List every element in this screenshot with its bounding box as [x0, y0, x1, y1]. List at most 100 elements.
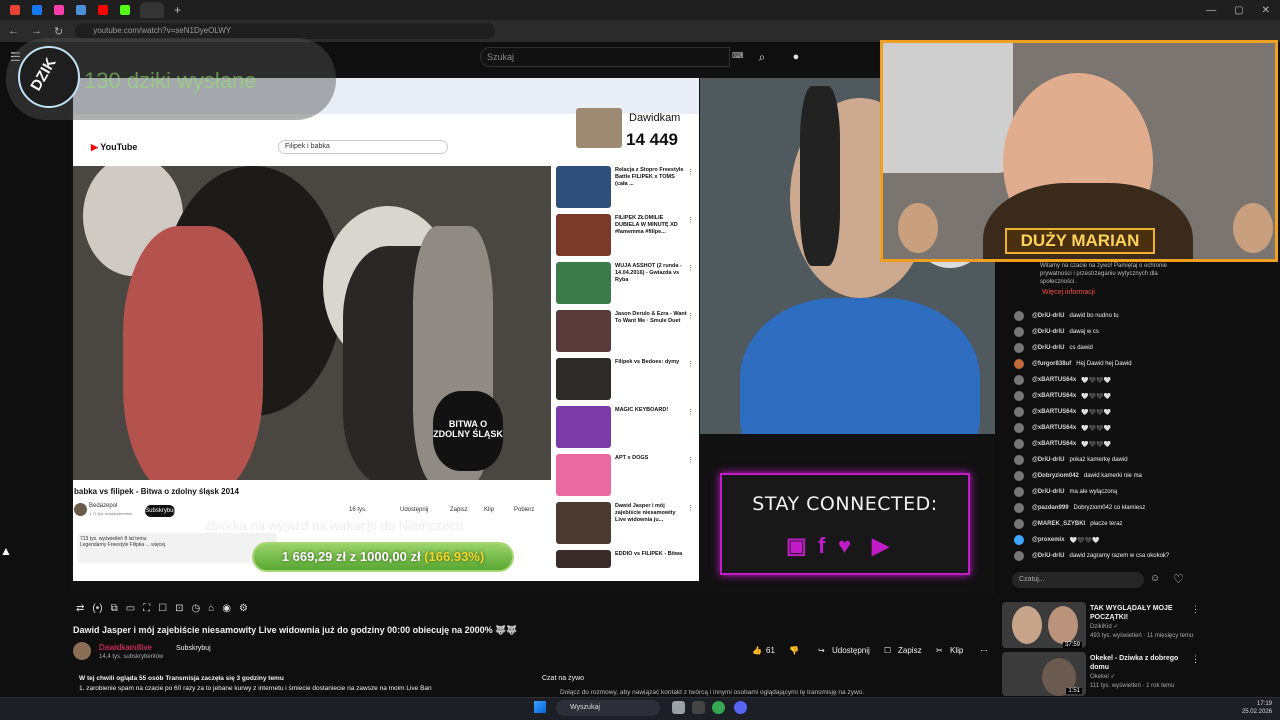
dislike-icon[interactable]: 👎: [789, 646, 799, 655]
chat-author[interactable]: @xBARTUS64x: [1032, 441, 1076, 447]
avatar[interactable]: [1014, 439, 1024, 449]
save-icon[interactable]: ☐: [884, 646, 891, 655]
taskbar-clock[interactable]: 17:19 25.02.2026: [1226, 700, 1272, 716]
tab-icon-pink[interactable]: [54, 5, 64, 15]
avatar[interactable]: [1014, 503, 1024, 513]
minimize-icon[interactable]: —: [1206, 5, 1216, 16]
cast-icon[interactable]: (•): [92, 603, 102, 614]
inner-rec-item[interactable]: Filipek vs Bedoes: dymy ⋮: [556, 356, 696, 404]
fullscreen-icon[interactable]: ⛶: [143, 603, 150, 614]
inner-channel-name[interactable]: Bedazepol: [89, 503, 117, 509]
miniplayer-icon[interactable]: ⧉: [111, 603, 118, 614]
share-icon[interactable]: ↪: [818, 646, 825, 655]
pip-icon[interactable]: ⊡: [175, 603, 183, 614]
avatar[interactable]: [1014, 343, 1024, 353]
channel-avatar[interactable]: [73, 642, 91, 660]
chat-author[interactable]: @xBARTUS64x: [1032, 393, 1076, 399]
description-text[interactable]: 1. zarobienie spam na czacie po 60 razy …: [79, 685, 432, 692]
tab-icon-blue[interactable]: [76, 5, 86, 15]
inner-rec-item[interactable]: Relacja z Stopro Freestyle Battle FILIPE…: [556, 164, 696, 212]
windows-start-icon[interactable]: [534, 701, 546, 713]
close-window-icon[interactable]: ✕: [1262, 5, 1270, 16]
avatar[interactable]: [1014, 391, 1024, 401]
inner-like-button[interactable]: 16 tys.: [349, 507, 367, 513]
subscribe-button[interactable]: Subskrybuj: [176, 645, 211, 652]
inner-rec-item[interactable]: APT x DOGS ⋮: [556, 452, 696, 500]
avatar[interactable]: [1014, 423, 1024, 433]
search-icon[interactable]: ⌕: [745, 47, 779, 67]
avatar[interactable]: [1014, 375, 1024, 385]
avatar[interactable]: [1014, 535, 1024, 545]
file-explorer-icon[interactable]: [672, 701, 685, 714]
more-icon[interactable]: ⋮: [687, 168, 694, 176]
avatar[interactable]: [1014, 407, 1024, 417]
chat-author[interactable]: @furgor838uf: [1032, 361, 1071, 367]
url-field[interactable]: youtube.com/watch?v=seN1DyeOLWY: [75, 23, 496, 39]
like-count[interactable]: 61: [766, 646, 775, 655]
maximize-icon[interactable]: ▢: [1234, 5, 1243, 16]
subtitles-icon[interactable]: ☐: [158, 603, 167, 614]
settings-icon[interactable]: ⚙: [239, 603, 248, 614]
inner-rec-item[interactable]: Dawid Jasper i mój zajebiście niesamowit…: [556, 500, 696, 548]
obs-icon[interactable]: [692, 701, 705, 714]
back-icon[interactable]: ←: [8, 25, 19, 37]
inner-download-button[interactable]: Pobierz: [514, 507, 534, 513]
chat-author[interactable]: @MAREK_SZYBKI: [1032, 521, 1085, 527]
active-tab[interactable]: [140, 2, 164, 18]
kick-tab-icon[interactable]: [120, 5, 130, 15]
inner-rec-item[interactable]: EDDIO vs FILIPEK - Bitwa: [556, 548, 696, 568]
chat-author[interactable]: @xBARTUS64x: [1032, 409, 1076, 415]
chat-input[interactable]: Czatuj...: [1012, 572, 1144, 588]
more-icon[interactable]: ⋮: [687, 504, 694, 512]
inner-search-input[interactable]: Filipek i babka: [278, 140, 448, 154]
avatar[interactable]: [1014, 519, 1024, 529]
speed-icon[interactable]: ◷: [192, 603, 201, 614]
loop-icon[interactable]: ⇄: [76, 603, 84, 614]
related-video[interactable]: 1:51 Okekel - Dziwka z dobrego domu Okek…: [1002, 652, 1200, 696]
more-icon[interactable]: ⋮: [1191, 654, 1200, 665]
avatar[interactable]: [1014, 311, 1024, 321]
avatar[interactable]: [1014, 487, 1024, 497]
more-icon[interactable]: ⋮: [687, 216, 694, 224]
inner-rec-item[interactable]: Jason Derulo & Ezra - Want To Want Me · …: [556, 308, 696, 356]
more-icon[interactable]: ⋮: [687, 264, 694, 272]
avatar[interactable]: [1014, 551, 1024, 561]
chrome-icon[interactable]: [712, 701, 725, 714]
chat-author[interactable]: @DriU-driU: [1032, 457, 1065, 463]
inner-rec-item[interactable]: MAGIC KEYBOARD! ⋮: [556, 404, 696, 452]
inner-clip-button[interactable]: Klip: [484, 507, 494, 513]
inner-channel-avatar[interactable]: [74, 503, 87, 516]
emoji-icon[interactable]: ☺: [1150, 573, 1160, 584]
heart-icon[interactable]: ♡: [1173, 572, 1184, 586]
inner-rec-item[interactable]: FILIPEK ZŁOMILIE DUBIELA W MINUTĘ XD #fa…: [556, 212, 696, 260]
keyboard-icon[interactable]: ⌨: [732, 51, 744, 60]
avatar[interactable]: [1014, 471, 1024, 481]
home-icon[interactable]: ⌂: [208, 603, 214, 614]
related-video[interactable]: 37:59 TAK WYGLĄDAŁY MOJE POCZĄTKI! Dziki…: [1002, 602, 1200, 650]
save-button[interactable]: Zapisz: [898, 646, 922, 655]
inner-description[interactable]: 713 tys. wyświetleń 8 lat temu Legendarn…: [77, 533, 277, 563]
channel-name[interactable]: Dawidkamillive: [99, 643, 152, 652]
more-actions-icon[interactable]: ⋯: [980, 646, 988, 655]
chat-author[interactable]: @xBARTUS64x: [1032, 425, 1076, 431]
chat-author[interactable]: @DriU-driU: [1032, 489, 1065, 495]
chat-author[interactable]: @xBARTUS64x: [1032, 377, 1076, 383]
like-icon[interactable]: 👍: [752, 646, 762, 655]
youtube-tab-icon[interactable]: [98, 5, 108, 15]
avatar[interactable]: [1014, 327, 1024, 337]
chat-more-info-link[interactable]: Więcej informacji: [1042, 289, 1095, 296]
theater-icon[interactable]: ▭: [126, 603, 135, 614]
more-icon[interactable]: ⋮: [687, 408, 694, 416]
chat-author[interactable]: @DriU-driU: [1032, 553, 1065, 559]
more-icon[interactable]: ⋮: [687, 360, 694, 368]
chat-author[interactable]: @pazdan999: [1032, 505, 1069, 511]
inner-save-button[interactable]: Zapisz: [450, 507, 468, 513]
chat-author[interactable]: @DriU-driU: [1032, 345, 1065, 351]
more-icon[interactable]: ⋮: [687, 312, 694, 320]
microphone-icon[interactable]: ●: [786, 47, 806, 67]
inner-rec-item[interactable]: WUJA ASSHOT (2 runda - 14.04.2016) - Gwi…: [556, 260, 696, 308]
avatar[interactable]: [1014, 455, 1024, 465]
inner-subscribe-button[interactable]: Subskrybuj: [145, 505, 175, 517]
more-icon[interactable]: ⋮: [687, 456, 694, 464]
avatar[interactable]: [1014, 359, 1024, 369]
